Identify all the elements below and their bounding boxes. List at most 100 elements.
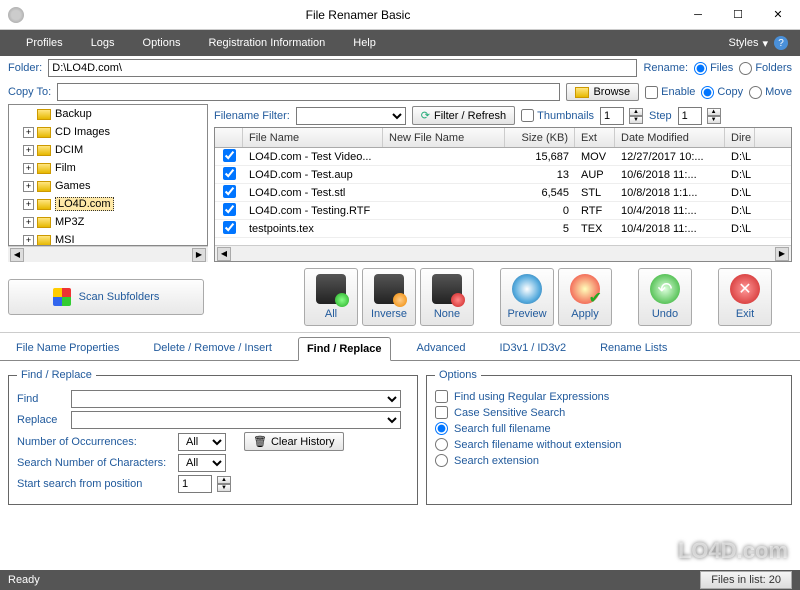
select-all-button[interactable]: All [304,268,358,326]
search-full-radio[interactable] [435,422,448,435]
menu-profiles[interactable]: Profiles [12,37,77,49]
grid-hscroll[interactable]: ◀▶ [215,245,791,261]
cell-dir: D:\L [725,169,755,181]
scroll-left-icon[interactable]: ◀ [10,248,24,262]
tab-advanced[interactable]: Advanced [409,337,474,360]
folder-icon [37,235,51,246]
step-spinner[interactable]: ▲▼ [707,108,721,124]
tree-item[interactable]: +LO4D.com [9,195,207,213]
clear-history-button[interactable]: 🗑Clear History [244,432,344,451]
row-checkbox[interactable] [223,185,236,198]
folder-input[interactable] [48,59,637,77]
menu-options[interactable]: Options [129,37,195,49]
menu-registration[interactable]: Registration Information [194,37,339,49]
tree-hscroll[interactable]: ◀▶ [8,246,208,262]
col-check[interactable] [215,128,243,147]
col-filename[interactable]: File Name [243,128,383,147]
find-input[interactable] [71,390,401,408]
col-newfilename[interactable]: New File Name [383,128,505,147]
tab-find-replace[interactable]: Find / Replace [298,337,391,361]
thumb-spinner[interactable]: ▲▼ [629,108,643,124]
preview-button[interactable]: Preview [500,268,554,326]
table-row[interactable]: testpoints.tex5TEX10/4/2018 11:...D:\L [215,220,791,238]
col-ext[interactable]: Ext [575,128,615,147]
expander-icon[interactable]: + [23,181,34,192]
menu-styles[interactable]: Styles ▾ [729,37,769,50]
row-checkbox[interactable] [223,167,236,180]
grid-body[interactable]: LO4D.com - Test Video...15,687MOV12/27/2… [215,148,791,245]
menu-help[interactable]: Help [339,37,390,49]
folder-tree[interactable]: +Backup+CD Images+DCIM+Film+Games+LO4D.c… [8,104,208,246]
copyto-input[interactable] [57,83,560,101]
maximize-button[interactable]: ☐ [724,5,752,25]
chars-select[interactable]: All [178,454,226,472]
expander-icon[interactable]: + [23,217,34,228]
thumbnails-checkbox[interactable] [521,109,534,122]
move-radio[interactable] [749,86,762,99]
regex-checkbox[interactable] [435,390,448,403]
tree-item[interactable]: +Backup [9,105,207,123]
select-inverse-button[interactable]: Inverse [362,268,416,326]
cell-filename: LO4D.com - Testing.RTF [243,205,383,217]
copy-radio[interactable] [701,86,714,99]
tab-delete-remove-insert[interactable]: Delete / Remove / Insert [145,337,280,360]
occurrences-select[interactable]: All [178,433,226,451]
tree-container: +Backup+CD Images+DCIM+Film+Games+LO4D.c… [8,104,208,262]
apply-button[interactable]: ✔Apply [558,268,612,326]
table-row[interactable]: LO4D.com - Test Video...15,687MOV12/27/2… [215,148,791,166]
grid-scroll-left-icon[interactable]: ◀ [217,247,231,261]
menu-logs[interactable]: Logs [77,37,129,49]
col-size[interactable]: Size (KB) [505,128,575,147]
titlebar: File Renamer Basic ─ ☐ ✕ [0,0,800,30]
pos-input[interactable] [178,475,212,493]
tab-file-name-properties[interactable]: File Name Properties [8,337,127,360]
close-button[interactable]: ✕ [764,5,792,25]
pos-spinner[interactable]: ▲▼ [217,476,231,492]
help-icon[interactable]: ? [774,36,788,50]
tree-item-label: CD Images [55,126,110,138]
enable-checkbox[interactable] [645,86,658,99]
tree-item[interactable]: +MSI [9,231,207,246]
scroll-right-icon[interactable]: ▶ [192,248,206,262]
tree-item[interactable]: +DCIM [9,141,207,159]
browse-button[interactable]: Browse [566,83,639,101]
select-none-button[interactable]: None [420,268,474,326]
tree-item[interactable]: +Games [9,177,207,195]
step-input[interactable] [678,107,702,125]
replace-input[interactable] [71,411,401,429]
tree-item[interactable]: +Film [9,159,207,177]
expander-icon[interactable]: + [23,199,34,210]
expander-icon[interactable]: + [23,145,34,156]
search-noext-radio[interactable] [435,438,448,451]
row-checkbox[interactable] [223,221,236,234]
col-date[interactable]: Date Modified [615,128,725,147]
rename-folders-radio[interactable] [739,62,752,75]
tab-rename-lists[interactable]: Rename Lists [592,337,675,360]
grid-scroll-right-icon[interactable]: ▶ [775,247,789,261]
expander-icon[interactable]: + [23,235,34,246]
col-dir[interactable]: Dire [725,128,755,147]
minimize-button[interactable]: ─ [684,5,712,25]
row-checkbox[interactable] [223,149,236,162]
expander-icon[interactable]: + [23,163,34,174]
exit-group: ✕Exit [718,268,772,326]
table-row[interactable]: LO4D.com - Test.stl6,545STL10/8/2018 1:1… [215,184,791,202]
rename-files-radio[interactable] [694,62,707,75]
tree-item-label: Backup [55,108,92,120]
undo-button[interactable]: ↶Undo [638,268,692,326]
expander-icon[interactable]: + [23,127,34,138]
case-checkbox[interactable] [435,406,448,419]
search-ext-radio[interactable] [435,454,448,467]
thumbnail-size-input[interactable] [600,107,624,125]
table-row[interactable]: LO4D.com - Testing.RTF0RTF10/4/2018 11:.… [215,202,791,220]
tab-id3[interactable]: ID3v1 / ID3v2 [491,337,574,360]
row-checkbox[interactable] [223,203,236,216]
tree-item[interactable]: + CD Images [9,123,207,141]
cell-date: 10/6/2018 11:... [615,169,725,181]
scan-subfolders-button[interactable]: Scan Subfolders [8,279,204,315]
filter-select[interactable] [296,107,406,125]
table-row[interactable]: LO4D.com - Test.aup13AUP10/6/2018 11:...… [215,166,791,184]
tree-item[interactable]: +MP3Z [9,213,207,231]
exit-button[interactable]: ✕Exit [718,268,772,326]
filter-refresh-button[interactable]: ⟳Filter / Refresh [412,106,515,125]
